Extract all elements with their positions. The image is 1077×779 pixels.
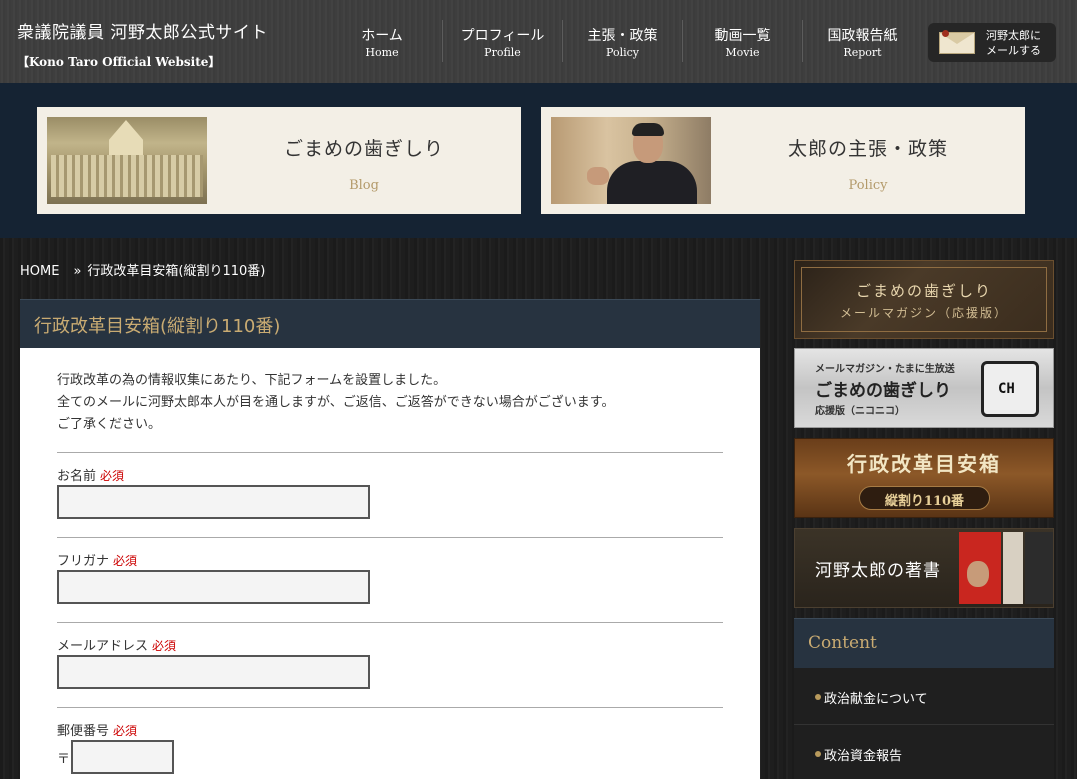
book-cover-image: [1025, 532, 1053, 604]
divider: [57, 707, 723, 708]
divider: [57, 452, 723, 453]
blog-card-title: ごまめの歯ぎしり: [283, 138, 444, 160]
breadcrumb-current: 行政改革目安箱(縦割り110番): [87, 264, 266, 279]
policy-card-subtitle: Policy: [848, 178, 888, 193]
site-subtitle: 【Kono Taro Official Website】: [17, 55, 221, 69]
reform-box-banner[interactable]: 行政改革目安箱 縦割り110番: [794, 438, 1054, 518]
niconico-banner[interactable]: メールマガジン・たまに生放送 ごまめの歯ぎしり 応援版（ニコニコ） CH: [794, 348, 1054, 428]
name-label: お名前 必須: [57, 469, 125, 484]
main-panel: 行政改革目安箱(縦割り110番) 行政改革の為の情報収集にあたり、下記フォームを…: [20, 299, 760, 779]
niconico-title: ごまめの歯ぎしり: [815, 381, 951, 401]
policy-card[interactable]: 太郎の主張・政策 Policy: [541, 107, 1025, 214]
nav-movie-jp: 動画一覧: [714, 28, 771, 44]
books-banner[interactable]: 河野太郎の著書: [794, 528, 1054, 608]
furigana-label: フリガナ 必須: [57, 554, 138, 569]
required-badge: 必須: [113, 554, 138, 568]
content-title: Content: [808, 633, 877, 653]
required-badge: 必須: [113, 724, 138, 738]
zip-label: 郵便番号 必須: [57, 724, 138, 739]
zip-field[interactable]: [71, 740, 174, 774]
email-field[interactable]: [57, 655, 370, 689]
book-cover-image: [1003, 532, 1023, 604]
divider: [57, 622, 723, 623]
content-header: Content: [794, 618, 1054, 668]
nav-profile-en: Profile: [484, 46, 521, 59]
breadcrumb-home[interactable]: HOME: [20, 264, 59, 279]
nav-movie[interactable]: 動画一覧 Movie: [682, 20, 802, 62]
nav-home[interactable]: ホーム Home: [322, 20, 442, 62]
intro-line-2: 全てのメールに河野太郎本人が目を通しますが、ご返信、ご返答ができない場合がござい…: [57, 395, 615, 410]
page-title: 行政改革目安箱(縦割り110番): [34, 316, 281, 337]
speaker-photo: [551, 117, 711, 204]
bullet-icon: [815, 694, 821, 700]
policy-card-title: 太郎の主張・政策: [787, 138, 948, 160]
nav-home-jp: ホーム: [361, 28, 403, 44]
nav-policy-en: Policy: [606, 46, 639, 59]
required-badge: 必須: [152, 639, 177, 653]
content-item-label: 政治資金報告: [824, 749, 903, 764]
site-title[interactable]: 衆議院議員 河野太郎公式サイト: [17, 18, 268, 43]
blog-card-subtitle: Blog: [349, 178, 379, 193]
diet-building-image: [47, 117, 207, 204]
required-badge: 必須: [100, 469, 125, 483]
mail-button-label: 河野太郎に メールする: [986, 29, 1041, 57]
main-nav: ホーム Home プロフィール Profile 主張・政策 Policy 動画一…: [322, 20, 922, 62]
nav-report-jp: 国政報告紙: [827, 28, 898, 44]
content-menu: Content 政治献金について 政治資金報告: [794, 618, 1054, 779]
breadcrumb-separator: »: [73, 264, 82, 279]
content-item-label: 政治献金について: [824, 692, 928, 707]
nav-home-en: Home: [365, 46, 399, 59]
breadcrumb: HOME » 行政改革目安箱(縦割り110番): [20, 260, 265, 279]
reform-box-title: 行政改革目安箱: [847, 452, 1001, 476]
nav-policy[interactable]: 主張・政策 Policy: [562, 20, 682, 62]
intro-line-3: ご了承ください。: [57, 417, 162, 432]
niconico-bottom: 応援版（ニコニコ）: [815, 406, 905, 417]
content-item-donation[interactable]: 政治献金について: [794, 668, 1054, 725]
name-field[interactable]: [57, 485, 370, 519]
niconico-top: メールマガジン・たまに生放送: [815, 364, 955, 375]
niconico-ch-icon: CH: [981, 361, 1039, 417]
nav-policy-jp: 主張・政策: [587, 28, 658, 44]
panel-header: 行政改革目安箱(縦割り110番): [20, 299, 760, 348]
form-body: 行政改革の為の情報収集にあたり、下記フォームを設置しました。 全てのメールに河野…: [20, 348, 760, 779]
author-photo: [967, 561, 989, 587]
nav-profile[interactable]: プロフィール Profile: [442, 20, 562, 62]
nav-report-en: Report: [843, 46, 882, 59]
books-title: 河野太郎の著書: [815, 561, 941, 581]
zip-prefix: 〒: [57, 752, 71, 767]
mail-kono-button[interactable]: 河野太郎に メールする: [928, 23, 1056, 62]
wax-seal-icon: [942, 30, 949, 37]
mailmag-subtitle: メールマガジン（応援版）: [839, 306, 1008, 320]
nav-movie-en: Movie: [725, 46, 760, 59]
feature-banner: ごまめの歯ぎしり Blog 太郎の主張・政策 Policy: [0, 83, 1077, 238]
blog-card[interactable]: ごまめの歯ぎしり Blog: [37, 107, 521, 214]
nav-profile-jp: プロフィール: [460, 28, 545, 44]
furigana-field[interactable]: [57, 570, 370, 604]
email-label: メールアドレス 必須: [57, 639, 177, 654]
intro-line-1: 行政改革の為の情報収集にあたり、下記フォームを設置しました。: [57, 373, 447, 388]
intro-text: 行政改革の為の情報収集にあたり、下記フォームを設置しました。 全てのメールに河野…: [57, 370, 614, 436]
divider: [57, 537, 723, 538]
mailmag-title: ごまめの歯ぎしり: [855, 282, 992, 300]
site-header: 衆議院議員 河野太郎公式サイト 【Kono Taro Official Webs…: [0, 0, 1077, 83]
reform-box-subtitle: 縦割り110番: [884, 494, 965, 509]
content-item-funds-report[interactable]: 政治資金報告: [794, 725, 1054, 779]
mailmag-banner[interactable]: ごまめの歯ぎしり メールマガジン（応援版）: [794, 260, 1054, 339]
reform-box-pill: 縦割り110番: [859, 486, 990, 510]
bullet-icon: [815, 751, 821, 757]
nav-report[interactable]: 国政報告紙 Report: [802, 20, 922, 62]
